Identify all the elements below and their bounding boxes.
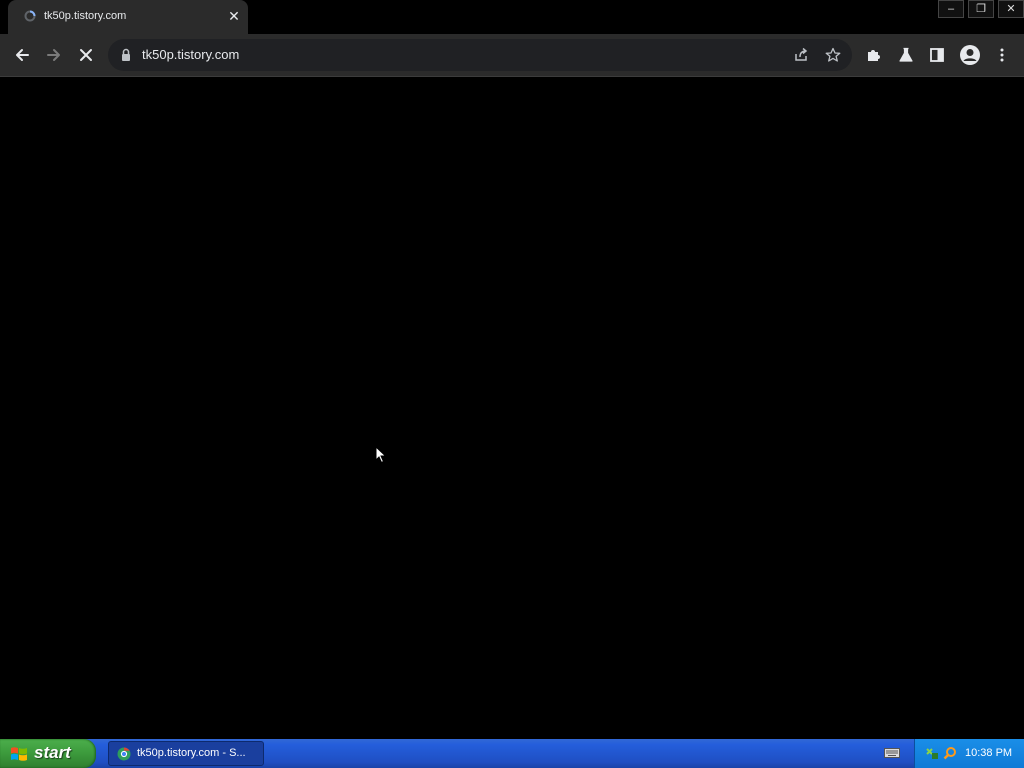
start-button[interactable]: start [0, 739, 96, 768]
title-bar: tk50p.tistory.com ✕ – ❐ ✕ [0, 0, 1024, 34]
stop-button[interactable] [70, 39, 102, 71]
labs-button[interactable] [890, 39, 922, 71]
taskbar-item-label: tk50p.tistory.com - S... [137, 747, 246, 759]
star-icon [825, 47, 841, 62]
labs-icon [899, 47, 913, 62]
side-panel-icon [930, 48, 944, 62]
minimize-button[interactable]: – [938, 0, 964, 18]
loading-favicon-icon [24, 10, 36, 22]
menu-button[interactable] [986, 39, 1018, 71]
share-button[interactable] [791, 45, 811, 65]
profile-icon [960, 45, 980, 65]
side-panel-button[interactable] [921, 39, 953, 71]
browser-toolbar: tk50p.tistory.com [0, 34, 1024, 77]
forward-button[interactable] [38, 39, 70, 71]
extensions-icon [868, 50, 880, 61]
address-bar[interactable]: tk50p.tistory.com [108, 39, 852, 71]
forward-icon [47, 49, 60, 61]
share-icon [795, 47, 808, 61]
window-controls: – ❐ ✕ [934, 0, 1024, 18]
lock-icon[interactable] [120, 48, 132, 62]
tab-close-button[interactable]: ✕ [226, 8, 242, 24]
stop-icon [80, 49, 92, 61]
close-window-button[interactable]: ✕ [998, 0, 1024, 18]
back-button[interactable] [6, 39, 38, 71]
keyboard-icon[interactable] [884, 747, 900, 759]
profile-button[interactable] [954, 39, 986, 71]
menu-icon [1000, 48, 1004, 62]
back-icon [16, 49, 29, 61]
tab-title: tk50p.tistory.com [44, 10, 127, 22]
page-content[interactable] [0, 77, 1024, 739]
extensions-button[interactable] [858, 39, 890, 71]
browser-tab[interactable]: tk50p.tistory.com ✕ [8, 0, 248, 34]
start-label: start [34, 743, 71, 762]
chrome-icon [117, 747, 131, 761]
network-icon[interactable] [925, 746, 939, 760]
taskbar-item-browser[interactable]: tk50p.tistory.com - S... [108, 741, 264, 766]
restore-button[interactable]: ❐ [968, 0, 994, 18]
taskbar: start tk50p.tistory.com - S... 10:38 PM [0, 739, 1024, 768]
clock: 10:38 PM [965, 747, 1013, 759]
system-tray: 10:38 PM [914, 739, 1024, 768]
search-icon[interactable] [943, 746, 957, 760]
bookmark-button[interactable] [823, 45, 843, 65]
windows-flag-icon [11, 747, 27, 761]
url-text[interactable]: tk50p.tistory.com [142, 47, 239, 62]
mouse-cursor-icon [375, 446, 387, 464]
